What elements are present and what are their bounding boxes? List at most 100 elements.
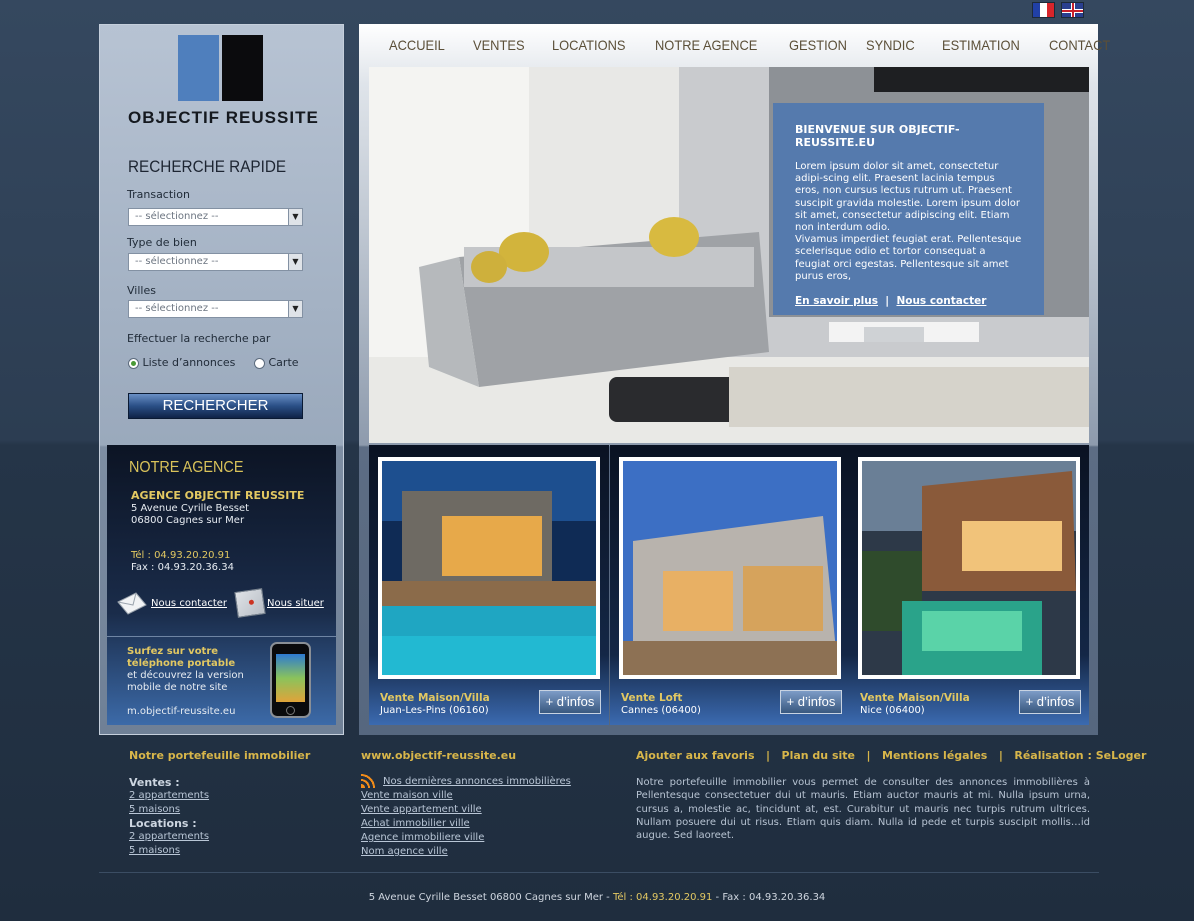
listing-card[interactable]: Vente Maison/Villa Nice (06400) + d’info… [849, 445, 1089, 725]
radio-list-label: Liste d’annonces [142, 356, 236, 369]
welcome-box: BIENVENUE SUR OBJECTIF-REUSSITE.EU Lorem… [773, 103, 1044, 315]
nav-gestion[interactable]: GESTION [789, 37, 847, 53]
logo[interactable] [178, 35, 263, 101]
mobile-title-line2: téléphone portable [127, 658, 236, 669]
more-link[interactable]: En savoir plus [795, 295, 878, 307]
more-info-button[interactable]: + d’infos [1019, 690, 1081, 714]
flag-fr-icon[interactable] [1032, 2, 1055, 18]
mobile-title-line1: Surfez sur votre [127, 646, 219, 657]
villa-photo-3 [862, 461, 1076, 675]
ventes-link-appartements[interactable]: 2 appartements [129, 789, 209, 803]
contact-link[interactable]: Nous contacter [896, 295, 986, 307]
nav-syndic[interactable]: SYNDIC [866, 37, 915, 53]
footer-link[interactable]: Vente maison ville [361, 789, 571, 803]
listing-photo[interactable] [378, 457, 600, 679]
search-button[interactable]: RECHERCHER [128, 393, 303, 419]
footer-link[interactable]: Nom agence ville [361, 845, 571, 859]
nav-locations[interactable]: LOCATIONS [552, 37, 625, 53]
rss-icon [361, 774, 377, 788]
locations-link-maisons[interactable]: 5 maisons [129, 844, 209, 858]
agency-name: AGENCE OBJECTIF REUSSITE [131, 489, 305, 502]
agency-tel: Tél : 04.93.20.20.91 [131, 550, 231, 561]
agency-address2: 06800 Cagnes sur Mer [131, 515, 245, 526]
agency-locate-link[interactable]: Nous situer [267, 598, 324, 609]
chevron-down-icon: ▼ [288, 301, 302, 317]
locations-link-appartements[interactable]: 2 appartements [129, 830, 209, 844]
listing-photo[interactable] [858, 457, 1080, 679]
envelope-icon[interactable] [116, 590, 148, 616]
transaction-select-value: -- sélectionnez -- [135, 211, 219, 222]
footer-link[interactable]: Agence immobiliere ville [361, 831, 571, 845]
footer-description: Notre portefeuille immobilier vous perme… [636, 777, 1090, 842]
villes-label: Villes [127, 284, 156, 297]
listing-location: Juan-Les-Pins (06160) [380, 705, 489, 716]
agency-fax: Fax : 04.93.20.36.34 [131, 562, 234, 573]
listing-photo[interactable] [619, 457, 841, 679]
transaction-select[interactable]: -- sélectionnez -- ▼ [128, 208, 303, 226]
listing-card[interactable]: Vente Loft Cannes (06400) + d’infos [610, 445, 850, 725]
footer-tel: Tél : 04.93.20.20.91 [612, 892, 713, 903]
type-select[interactable]: -- sélectionnez -- ▼ [128, 253, 303, 271]
logo-black-block [222, 35, 263, 101]
villa-photo-1 [382, 461, 596, 675]
more-info-button[interactable]: + d’infos [539, 690, 601, 714]
footer-link[interactable]: Vente appartement ville [361, 803, 571, 817]
logo-blue-block [178, 35, 219, 101]
agency-title: NOTRE AGENCE [129, 459, 244, 476]
legal-link[interactable]: Mentions légales [882, 749, 987, 762]
footer-contact-line: 5 Avenue Cyrille Besset 06800 Cagnes sur… [368, 892, 826, 903]
agency-contact-link[interactable]: Nous contacter [151, 598, 227, 609]
nav-contact[interactable]: CONTACT [1049, 37, 1110, 53]
main-nav: ACCUEIL VENTES LOCATIONS NOTRE AGENCE GE… [359, 24, 1111, 66]
listing-title: Vente Maison/Villa [380, 692, 490, 704]
nav-accueil[interactable]: ACCUEIL [389, 37, 445, 53]
type-label: Type de bien [127, 236, 197, 249]
type-select-value: -- sélectionnez -- [135, 256, 219, 267]
radio-list[interactable] [128, 357, 139, 369]
footer-portfolio-list: Ventes : 2 appartements 5 maisons Locati… [129, 776, 209, 858]
search-title: RECHERCHE RAPIDE [128, 157, 287, 176]
radio-list-option[interactable]: Liste d’annonces [128, 356, 235, 369]
footer-link[interactable]: Achat immobilier ville [361, 817, 571, 831]
welcome-text2: Vivamus imperdiet feugiat erat. Pellente… [795, 234, 1022, 282]
nav-agence[interactable]: NOTRE AGENCE [655, 37, 757, 53]
smartphone-icon [270, 642, 311, 718]
credits-link[interactable]: Réalisation : SeLoger [1014, 749, 1146, 762]
listing-title: Vente Loft [621, 692, 683, 704]
ventes-link-maisons[interactable]: 5 maisons [129, 803, 209, 817]
mobile-text: et découvrez la version mobile de notre s… [127, 670, 244, 694]
mobile-url[interactable]: m.objectif-reussite.eu [127, 706, 235, 717]
favorites-link[interactable]: Ajouter aux favoris [636, 749, 755, 762]
villes-select-value: -- sélectionnez -- [135, 303, 219, 314]
locations-label: Locations : [129, 817, 197, 830]
welcome-links: En savoir plus | Nous contacter [795, 295, 1022, 307]
rss-link-row[interactable]: Nos dernières annonces immobilières [361, 774, 571, 789]
mobile-title: Surfez sur votre téléphone portable [127, 646, 235, 670]
welcome-title: BIENVENUE SUR OBJECTIF-REUSSITE.EU [795, 123, 960, 149]
radio-map[interactable] [254, 357, 265, 369]
listing-location: Nice (06400) [860, 705, 925, 716]
welcome-text1: Lorem ipsum dolor sit amet, consectetur … [795, 161, 1020, 234]
footer-utility-links: Ajouter aux favoris | Plan du site | Men… [636, 749, 1147, 762]
transaction-label: Transaction [127, 188, 190, 201]
sitemap-link[interactable]: Plan du site [782, 749, 856, 762]
villes-select[interactable]: -- sélectionnez -- ▼ [128, 300, 303, 318]
map-icon[interactable] [234, 588, 266, 618]
footer-portfolio-title: Notre portefeuille immobilier [129, 749, 311, 762]
listing-location: Cannes (06400) [621, 705, 701, 716]
nav-estimation[interactable]: ESTIMATION [942, 37, 1020, 53]
chevron-down-icon: ▼ [288, 254, 302, 270]
radio-map-option[interactable]: Carte [254, 356, 299, 369]
brand-name: OBJECTIF REUSSITE [128, 108, 319, 127]
flag-uk-icon[interactable] [1061, 2, 1084, 18]
footer-divider [99, 872, 1099, 873]
footer-site-links: Nos dernières annonces immobilières Vent… [361, 774, 571, 859]
language-switcher [1032, 2, 1084, 18]
listing-card[interactable]: Vente Maison/Villa Juan-Les-Pins (06160)… [369, 445, 609, 725]
ventes-label: Ventes : [129, 776, 180, 789]
chevron-down-icon: ▼ [288, 209, 302, 225]
rss-link[interactable]: Nos dernières annonces immobilières [383, 776, 571, 787]
nav-ventes[interactable]: VENTES [473, 37, 525, 53]
more-info-button[interactable]: + d’infos [780, 690, 842, 714]
search-mode-label: Effectuer la recherche par [127, 332, 271, 345]
